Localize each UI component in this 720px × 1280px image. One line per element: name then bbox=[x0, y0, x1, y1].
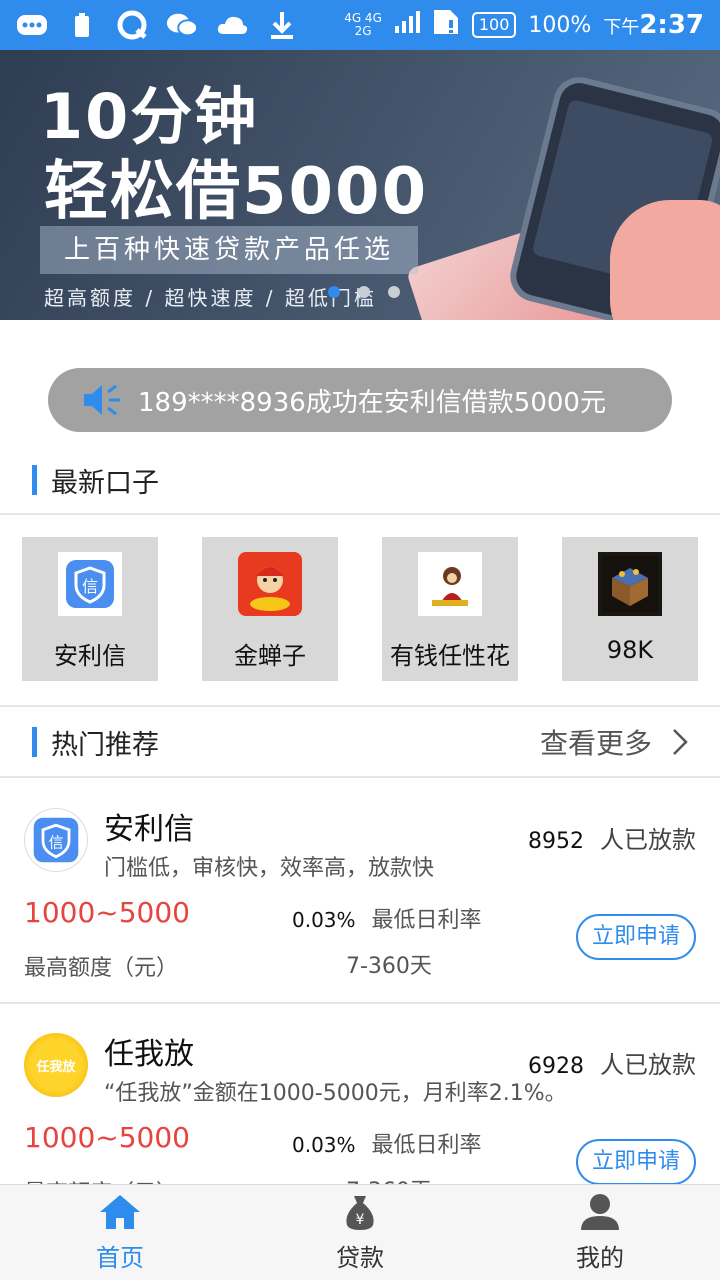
money-bag-icon: ¥ bbox=[346, 1196, 374, 1230]
svg-text:信: 信 bbox=[82, 577, 98, 596]
hot-section-header: 热门推荐 查看更多 bbox=[0, 710, 720, 774]
section-title: 最新口子 bbox=[51, 467, 159, 499]
marquee-text: 189****8936成功在安利信借款5000元 bbox=[138, 387, 606, 418]
apply-button[interactable]: 立即申请 bbox=[576, 914, 696, 960]
tile-label: 金蝉子 bbox=[234, 642, 306, 670]
divider bbox=[0, 513, 720, 515]
cloud-icon bbox=[216, 11, 248, 39]
banner-headline-2: 轻松借5000 bbox=[44, 155, 429, 229]
download-icon bbox=[266, 11, 298, 39]
home-icon bbox=[100, 1195, 140, 1229]
latest-item-98k[interactable]: 98K bbox=[562, 537, 698, 681]
user-icon bbox=[581, 1194, 619, 1230]
section-accent-bar bbox=[32, 465, 37, 495]
latest-item-jinchanzi[interactable]: 金蝉子 bbox=[202, 537, 338, 681]
nav-label: 贷款 bbox=[336, 1244, 384, 1272]
anlixin-logo: 信 bbox=[24, 808, 88, 872]
renwofang-logo: 任我放 bbox=[24, 1033, 88, 1097]
signal-icon bbox=[394, 10, 420, 40]
apply-button[interactable]: 立即申请 bbox=[576, 1139, 696, 1185]
sim-alert-icon bbox=[432, 8, 460, 42]
nav-label: 我的 bbox=[576, 1244, 624, 1272]
wechat-icon bbox=[166, 11, 198, 39]
bottom-nav: 首页 ¥ 贷款 我的 bbox=[0, 1184, 720, 1280]
network-indicator: 4G 4G 2G bbox=[344, 11, 382, 38]
nav-mine[interactable]: 我的 bbox=[480, 1185, 720, 1280]
chevron-right-icon bbox=[673, 729, 688, 755]
amount-range: 1000~5000 bbox=[24, 896, 190, 929]
nav-loan[interactable]: ¥ 贷款 bbox=[240, 1185, 480, 1280]
battery-percent: 100% bbox=[528, 12, 592, 38]
product-desc: “任我放”金额在1000-5000元，月利率2.1%。 bbox=[104, 1081, 567, 1106]
battery-small-icon bbox=[66, 11, 98, 39]
divider bbox=[0, 705, 720, 707]
jinchanzi-logo bbox=[238, 552, 302, 616]
loan-count: 8952 人已放款 bbox=[528, 826, 696, 854]
time-period: 下午 bbox=[603, 17, 640, 38]
carousel-dot[interactable] bbox=[358, 286, 370, 298]
banner-subtitle: 上百种快速贷款产品任选 bbox=[40, 226, 418, 274]
product-desc: 门槛低，审核快，效率高，放款快 bbox=[104, 856, 435, 881]
nav-label: 首页 bbox=[96, 1244, 144, 1272]
status-bar: 4G 4G 2G 100 100% 下午2:37 bbox=[0, 0, 720, 50]
latest-section-header: 最新口子 bbox=[0, 448, 720, 512]
tile-label: 有钱任性花 bbox=[390, 642, 510, 670]
svg-text:¥: ¥ bbox=[356, 1212, 365, 1228]
carousel-dots[interactable] bbox=[328, 286, 400, 298]
carousel-dot[interactable] bbox=[328, 286, 340, 298]
battery-indicator: 100 bbox=[471, 12, 517, 38]
view-more-link[interactable]: 查看更多 bbox=[540, 722, 688, 762]
tile-label: 安利信 bbox=[54, 642, 126, 670]
nav-home[interactable]: 首页 bbox=[0, 1185, 240, 1280]
loan-notice-marquee: 189****8936成功在安利信借款5000元 bbox=[48, 368, 672, 432]
section-accent-bar bbox=[32, 727, 37, 757]
clock: 2:37 bbox=[639, 10, 704, 40]
section-title: 热门推荐 bbox=[51, 729, 159, 761]
youqian-logo bbox=[418, 552, 482, 616]
anlixin-logo: 信 bbox=[58, 552, 122, 616]
qq-browser-icon bbox=[116, 10, 148, 40]
latest-item-anlixin[interactable]: 信 安利信 bbox=[22, 537, 158, 681]
amount-range: 1000~5000 bbox=[24, 1121, 190, 1154]
svg-text:信: 信 bbox=[49, 833, 64, 851]
view-more-label: 查看更多 bbox=[539, 727, 652, 760]
loan-term: 7-360天 bbox=[346, 954, 432, 979]
product-name: 任我放 bbox=[104, 1037, 194, 1072]
product-card[interactable]: 信 安利信 8952 人已放款 门槛低，审核快，效率高，放款快 1000~500… bbox=[0, 778, 720, 1003]
latest-item-youqianrenxinghua[interactable]: 有钱任性花 bbox=[382, 537, 518, 681]
98k-logo bbox=[598, 552, 662, 616]
chat-bubble-icon bbox=[16, 11, 48, 39]
product-name: 安利信 bbox=[104, 812, 194, 847]
speaker-icon bbox=[82, 382, 124, 418]
carousel-dot[interactable] bbox=[388, 286, 400, 298]
max-amount-label: 最高额度（元） bbox=[24, 956, 179, 981]
promo-banner[interactable]: 10分钟 轻松借5000 上百种快速贷款产品任选 超高额度 / 超快速度 / 超… bbox=[0, 50, 720, 320]
tile-label: 98K bbox=[606, 636, 654, 664]
daily-rate: 0.03% 最低日利率 bbox=[292, 908, 482, 933]
daily-rate: 0.03% 最低日利率 bbox=[292, 1133, 482, 1158]
banner-features: 超高额度 / 超快速度 / 超低门槛 bbox=[44, 286, 377, 310]
hand-illustration bbox=[610, 200, 720, 320]
